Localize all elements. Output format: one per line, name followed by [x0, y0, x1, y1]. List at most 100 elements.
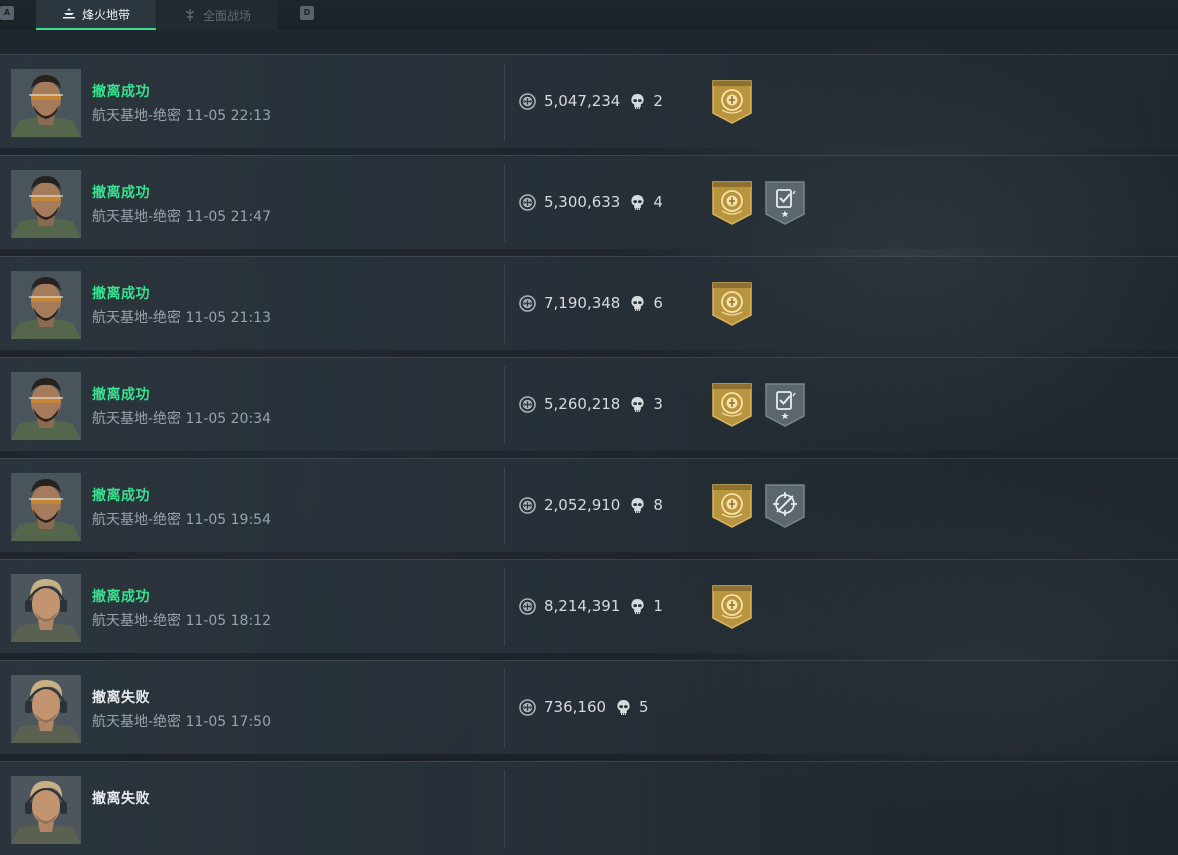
kill-count: 2: [653, 92, 663, 110]
map-and-time: 航天基地-绝密 11-05 22:13: [92, 105, 271, 125]
row-divider: [504, 63, 505, 141]
match-stats: 2,052,910 8: [519, 495, 663, 515]
coin-icon: [519, 93, 536, 110]
row-divider: [504, 669, 505, 747]
match-record-row[interactable]: 撤离成功航天基地-绝密 11-05 19:54 2,052,910 8: [0, 458, 1178, 552]
operator-avatar: [11, 675, 81, 743]
skull-icon: [630, 295, 645, 312]
map-name: 航天基地-绝密: [92, 108, 181, 124]
skull-icon: [630, 598, 645, 615]
gold-emblem-badge[interactable]: [711, 180, 753, 226]
skull-icon: [630, 93, 645, 110]
badge-list: [711, 483, 806, 529]
match-time: 11-05 22:13: [181, 108, 271, 124]
extraction-status: 撤离成功: [92, 384, 150, 404]
match-record-row[interactable]: 撤离成功航天基地-绝密 11-05 22:13 5,047,234 2: [0, 54, 1178, 148]
match-stats: 736,160 5: [519, 697, 649, 717]
map-name: 航天基地-绝密: [92, 310, 181, 326]
match-time: 11-05 21:47: [181, 209, 271, 225]
loot-value: 5,260,218: [544, 395, 620, 413]
row-divider: [504, 366, 505, 444]
tab-operations[interactable]: 烽火地带: [36, 0, 156, 30]
skull-icon: [616, 699, 631, 716]
match-record-row[interactable]: 撤离失败航天基地-绝密 11-05 17:50736,1605: [0, 660, 1178, 754]
loot-value: 5,047,234: [544, 92, 620, 110]
extraction-status: 撤离成功: [92, 81, 150, 101]
tab-label: 全面战场: [203, 7, 251, 24]
badge-list: [711, 584, 753, 630]
tab-warfare[interactable]: 全面战场: [157, 0, 277, 30]
map-and-time: 航天基地-绝密 11-05 19:54: [92, 509, 271, 529]
match-time: 11-05 19:54: [181, 512, 271, 528]
match-time: 11-05 17:50: [181, 714, 271, 730]
gold-emblem-badge[interactable]: [711, 281, 753, 327]
key-hint-right: D: [300, 6, 314, 20]
warfare-icon: [183, 8, 197, 22]
match-time: 11-05 18:12: [181, 613, 271, 629]
coin-icon: [519, 295, 536, 312]
operations-icon: [62, 7, 76, 21]
kill-count: 3: [653, 395, 663, 413]
row-divider: [504, 467, 505, 545]
operator-avatar: [11, 271, 81, 339]
match-stats: 7,190,3486: [519, 293, 663, 313]
map-name: 航天基地-绝密: [92, 209, 181, 225]
gold-emblem-badge[interactable]: [711, 79, 753, 125]
map-name: 航天基地-绝密: [92, 714, 181, 730]
map-name: 航天基地-绝密: [92, 512, 181, 528]
skull-icon: [630, 497, 645, 514]
match-record-row[interactable]: 撤离成功航天基地-绝密 11-05 18:12 8,214,391 1: [0, 559, 1178, 653]
map-and-time: 航天基地-绝密 11-05 17:50: [92, 711, 271, 731]
row-divider: [504, 265, 505, 343]
map-and-time: 航天基地-绝密 11-05 21:47: [92, 206, 271, 226]
match-record-row[interactable]: 撤离成功航天基地-绝密 11-05 21:47 5,300,6334: [0, 155, 1178, 249]
badge-list: [711, 382, 806, 428]
match-stats: 5,260,218 3: [519, 394, 663, 414]
extraction-status: 撤离成功: [92, 485, 150, 505]
match-record-row[interactable]: 撤离失败: [0, 761, 1178, 855]
gold-emblem-badge[interactable]: [711, 584, 753, 630]
match-stats: 8,214,391 1: [519, 596, 663, 616]
match-stats: 5,300,6334: [519, 192, 663, 212]
extraction-status: 撤离成功: [92, 586, 150, 606]
map-and-time: 航天基地-绝密 11-05 18:12: [92, 610, 271, 630]
badge-list: [711, 180, 806, 226]
gold-emblem-badge[interactable]: [711, 483, 753, 529]
extraction-status: 撤离成功: [92, 182, 150, 202]
row-divider: [504, 568, 505, 646]
map-and-time: 航天基地-绝密 11-05 20:34: [92, 408, 271, 428]
operator-avatar: [11, 473, 81, 541]
skull-icon: [630, 396, 645, 413]
match-record-row[interactable]: 撤离成功航天基地-绝密 11-05 21:13 7,190,3486: [0, 256, 1178, 350]
map-name: 航天基地-绝密: [92, 613, 181, 629]
extraction-status: 撤离成功: [92, 283, 150, 303]
kill-count: 6: [653, 294, 663, 312]
loot-value: 8,214,391: [544, 597, 620, 615]
coin-icon: [519, 598, 536, 615]
kill-count: 4: [653, 193, 663, 211]
task-complete-badge[interactable]: [764, 382, 806, 428]
map-name: 航天基地-绝密: [92, 411, 181, 427]
kill-count: 8: [653, 496, 663, 514]
operator-avatar: [11, 776, 81, 844]
kill-count: 5: [639, 698, 649, 716]
match-time: 11-05 21:13: [181, 310, 271, 326]
crosshair-badge[interactable]: [764, 483, 806, 529]
match-record-row[interactable]: 撤离成功航天基地-绝密 11-05 20:34 5,260,218 3: [0, 357, 1178, 451]
badge-list: [711, 281, 753, 327]
loot-value: 2,052,910: [544, 496, 620, 514]
operator-avatar: [11, 170, 81, 238]
extraction-status: 撤离失败: [92, 788, 150, 808]
badge-list: [711, 79, 753, 125]
kill-count: 1: [653, 597, 663, 615]
row-divider: [504, 164, 505, 242]
operator-avatar: [11, 574, 81, 642]
task-complete-badge[interactable]: [764, 180, 806, 226]
coin-icon: [519, 699, 536, 716]
skull-icon: [630, 194, 645, 211]
row-divider: [504, 770, 505, 848]
gold-emblem-badge[interactable]: [711, 382, 753, 428]
operator-avatar: [11, 372, 81, 440]
mode-tab-bar: A 烽火地带 全面战场 D: [0, 0, 1178, 30]
loot-value: 736,160: [544, 698, 606, 716]
